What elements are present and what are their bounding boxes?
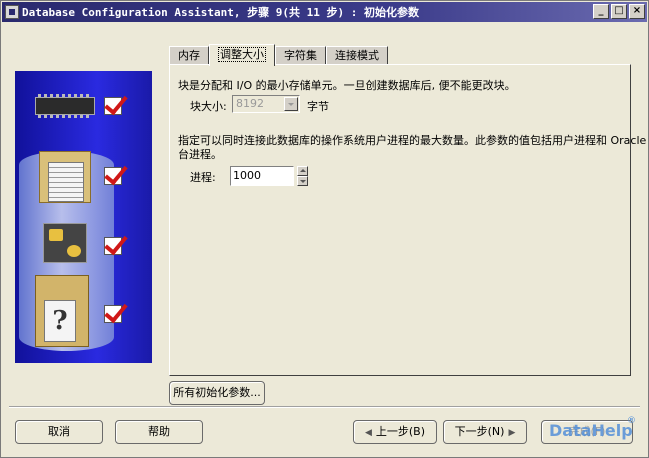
- button-separator: [9, 406, 640, 408]
- chevron-down-icon[interactable]: [284, 97, 298, 111]
- app-icon: [5, 5, 19, 19]
- next-button[interactable]: 下一步(N) ▶: [443, 420, 527, 444]
- block-size-label: 块大小:: [190, 100, 227, 113]
- arrow-left-icon: ◀: [364, 428, 372, 438]
- back-button[interactable]: ◀ 上一步(B): [353, 420, 437, 444]
- sizing-panel: 块是分配和 I/O 的最小存储单元。一旦创建数据库后, 便不能更改块。 块大小:…: [169, 64, 649, 376]
- tab-character-set[interactable]: 字符集: [275, 46, 326, 65]
- block-description: 块是分配和 I/O 的最小存储单元。一旦创建数据库后, 便不能更改块。: [178, 79, 516, 92]
- tab-memory[interactable]: 内存: [169, 46, 209, 65]
- help-folders-icon: [35, 275, 89, 347]
- process-stepper[interactable]: [297, 166, 308, 186]
- close-button[interactable]: ×: [629, 4, 645, 19]
- memory-checkmark-icon: [104, 97, 122, 115]
- process-description-line1: 指定可以同时连接此数据库的操作系统用户进程的最大数量。此参数的值包括用户进程和 …: [178, 134, 649, 147]
- process-label: 进程:: [190, 171, 216, 184]
- all-init-params-button[interactable]: 所有初始化参数...: [169, 381, 265, 405]
- minimize-button[interactable]: _: [593, 4, 609, 19]
- documents-icon: [39, 151, 91, 203]
- process-description-line2: 台进程。: [178, 148, 222, 161]
- shapes-checkmark-icon: [104, 237, 122, 255]
- registered-mark: ®: [627, 416, 636, 426]
- tab-sizing[interactable]: 调整大小: [209, 44, 275, 66]
- process-input[interactable]: 1000: [230, 166, 294, 186]
- tab-strip: 内存 调整大小 字符集 连接模式: [169, 44, 388, 66]
- stepper-down-icon[interactable]: [297, 176, 308, 186]
- dialog-window: Database Configuration Assistant, 步骤 9(共…: [0, 0, 649, 458]
- block-size-unit: 字节: [307, 100, 329, 113]
- help-checkmark-icon: [104, 305, 122, 323]
- help-button[interactable]: 帮助: [115, 420, 203, 444]
- tab-connection-mode[interactable]: 连接模式: [326, 46, 388, 65]
- block-size-select[interactable]: 8192: [232, 95, 300, 113]
- cancel-button[interactable]: 取消: [15, 420, 103, 444]
- window-controls: _ □ ×: [593, 4, 645, 19]
- maximize-button[interactable]: □: [611, 4, 627, 19]
- title-bar[interactable]: Database Configuration Assistant, 步骤 9(共…: [2, 2, 647, 22]
- documents-checkmark-icon: [104, 167, 122, 185]
- memory-chip-icon: [35, 94, 95, 118]
- datahelp-watermark: DataHelp: [549, 421, 633, 440]
- wizard-side-graphic: [15, 71, 152, 363]
- window-title: Database Configuration Assistant, 步骤 9(共…: [22, 6, 420, 19]
- shapes-icon: [43, 223, 87, 263]
- arrow-right-icon: ▶: [508, 428, 516, 438]
- stepper-up-icon[interactable]: [297, 166, 308, 176]
